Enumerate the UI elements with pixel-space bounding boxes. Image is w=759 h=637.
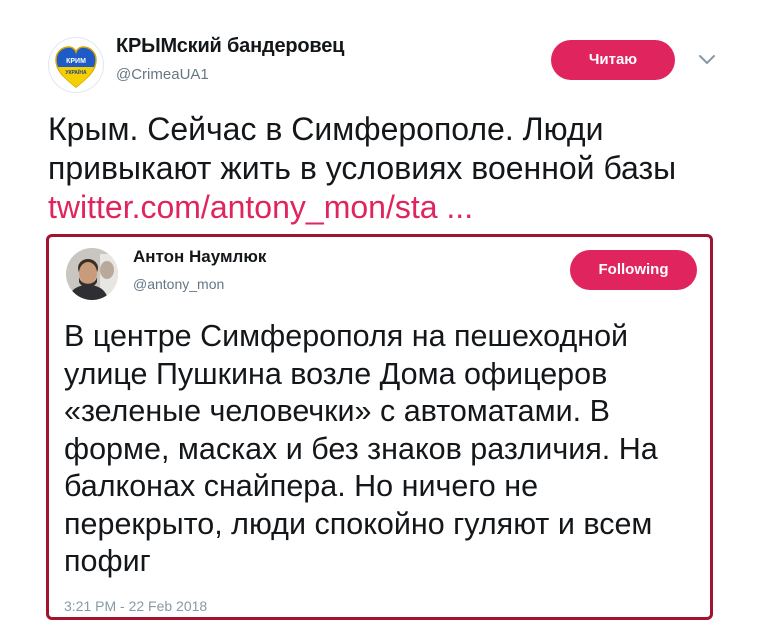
- quoted-text-line: улице Пушкина возле Дома офицеров: [64, 356, 608, 391]
- tweet-link[interactable]: twitter.com/antony_mon/sta ...: [48, 188, 738, 227]
- author-avatar[interactable]: КРИМ УКРАЇНА: [48, 37, 104, 93]
- quoted-text-line: балконах снайпера. Но ничего не: [64, 469, 539, 503]
- person-photo-icon: [66, 248, 118, 300]
- tweet-text: Крым. Сейчас в Симферополе. Люди привыка…: [48, 110, 738, 227]
- quoted-author-name[interactable]: Антон Наумлюк: [133, 247, 266, 267]
- author-handle[interactable]: @CrimeaUA1: [116, 66, 209, 83]
- tweet-text-line: привыкают жить в условиях военной базы: [48, 150, 677, 186]
- crimea-heart-flag-icon: КРИМ УКРАЇНА: [55, 46, 97, 88]
- quoted-timestamp[interactable]: 3:21 PM - 22 Feb 2018: [64, 598, 207, 614]
- quoted-text-line: форме, масках и без знаков различия. На: [64, 431, 658, 466]
- svg-text:КРИМ: КРИМ: [66, 58, 86, 65]
- tweet-text-line: Крым. Сейчас в Симферополе. Люди: [48, 111, 604, 147]
- quoted-text-line: пофиг: [64, 544, 151, 578]
- quoted-tweet-text: В центре Симферополя на пешеходной улице…: [64, 318, 704, 581]
- quoted-author-avatar[interactable]: [66, 248, 118, 300]
- quoted-following-button[interactable]: Following: [570, 250, 697, 290]
- quoted-text-line: «зеленые человечки» с автоматами. В: [64, 394, 610, 428]
- quoted-author-handle[interactable]: @antony_mon: [133, 276, 224, 292]
- quoted-text-line: В центре Симферополя на пешеходной: [64, 319, 629, 353]
- following-button[interactable]: Читаю: [551, 40, 675, 80]
- quoted-tweet[interactable]: Антон Наумлюк @antony_mon Following В це…: [46, 234, 713, 620]
- author-display-name[interactable]: КРЫМский бандеровец: [116, 35, 344, 58]
- chevron-down-icon[interactable]: [698, 53, 716, 65]
- svg-text:УКРАЇНА: УКРАЇНА: [65, 69, 87, 76]
- quoted-text-line: перекрыто, люди спокойно гуляют и всем: [64, 506, 653, 541]
